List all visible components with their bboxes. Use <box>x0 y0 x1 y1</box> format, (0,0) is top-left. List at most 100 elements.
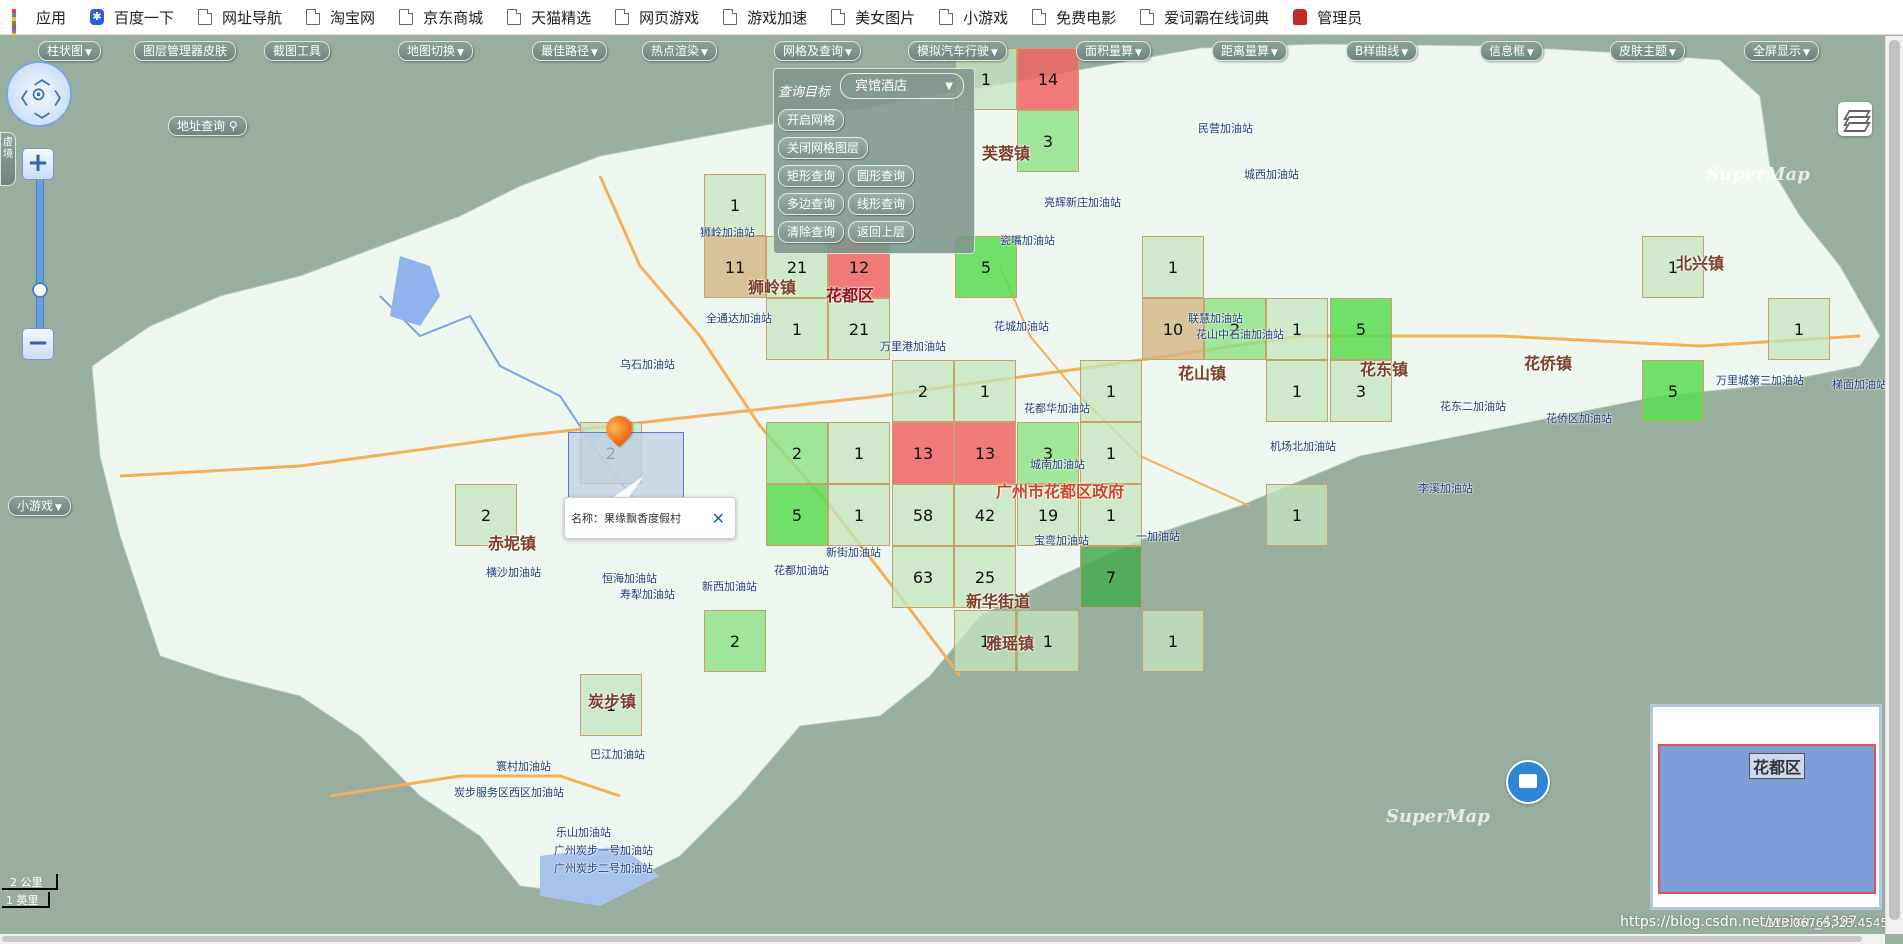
line-query-button[interactable]: 线形查询 <box>848 193 915 215</box>
layer-switcher-button[interactable] <box>1838 102 1872 136</box>
back-button[interactable]: 返回上层 <box>848 221 915 243</box>
bookmark-taobao[interactable]: 淘宝网 <box>294 0 387 34</box>
grid-cell[interactable]: 1 <box>1142 236 1204 298</box>
page-icon <box>507 9 522 25</box>
bookmark-baidu[interactable]: ✱ 百度一下 <box>78 0 186 34</box>
grid-cell[interactable]: 13 <box>892 422 954 484</box>
grid-cell[interactable]: 14 <box>1017 48 1079 110</box>
place-label: 雅瑶镇 <box>986 634 1035 653</box>
grid-cell[interactable]: 63 <box>892 546 954 608</box>
toolbar-skin-theme[interactable]: 皮肤主题 ▼ <box>1610 41 1685 61</box>
grid-cell[interactable]: 3 <box>1017 422 1079 484</box>
bookmark-admin[interactable]: 管理员 <box>1281 0 1374 34</box>
bookmark-nav[interactable]: 网址导航 <box>186 0 294 34</box>
open-grid-button[interactable]: 开启网格 <box>778 109 845 131</box>
toolbar-map-switch[interactable]: 地图切换 ▼ <box>398 41 473 61</box>
scrollbar-thumb[interactable] <box>2 936 1862 942</box>
bookmark-game-speed[interactable]: 游戏加速 <box>711 0 819 34</box>
grid-cell[interactable]: 58 <box>892 484 954 546</box>
close-grid-layer-button[interactable]: 关闭网格图层 <box>778 137 869 159</box>
overview-map[interactable]: 花都区 <box>1650 704 1882 910</box>
pan-down-icon[interactable]: ﹀ <box>34 107 50 131</box>
toolbar-info-box[interactable]: 信息框 ▼ <box>1480 41 1543 61</box>
circle-query-button[interactable]: 圆形查询 <box>848 165 915 187</box>
bookmark-jd[interactable]: 京东商城 <box>387 0 495 34</box>
supermap-logo: SuperMap <box>1706 164 1810 185</box>
poi-label: 广州炭步一号加油站 <box>554 844 653 857</box>
clear-query-button[interactable]: 清除查询 <box>778 221 845 243</box>
left-edge-tab[interactable]: 虚 境 <box>0 132 16 186</box>
scale-line <box>48 892 50 908</box>
grid-cell[interactable]: 1 <box>828 422 890 484</box>
horizontal-scrollbar[interactable] <box>0 934 1885 944</box>
toolbox-button[interactable] <box>1506 760 1550 804</box>
grid-cell[interactable]: 2 <box>892 360 954 422</box>
bookmark-apps[interactable]: 应用 <box>0 0 78 45</box>
chevron-down-icon: ▼ <box>1803 48 1810 58</box>
scrollbar-thumb[interactable] <box>1889 40 1900 920</box>
zoom-slider-handle[interactable] <box>32 282 48 298</box>
poi-label: 新街加油站 <box>826 546 881 559</box>
bookmark-minigames[interactable]: 小游戏 <box>927 0 1020 34</box>
grid-cell[interactable]: 1 <box>1080 422 1142 484</box>
pan-left-icon[interactable]: 〈 <box>12 85 28 109</box>
zoom-out-button[interactable]: − <box>22 328 54 360</box>
grid-cell[interactable]: 1 <box>1142 610 1204 672</box>
map-canvas[interactable]: 14 1 3 1 11 21 12 5 1 21 1 10 2 1 5 1 1 … <box>0 36 1885 934</box>
address-search-button[interactable]: 地址查询 ⚲ <box>168 116 247 136</box>
scale-bar: 2 公里 1 英里 <box>2 874 58 908</box>
bookmark-webgame[interactable]: 网页游戏 <box>603 0 711 34</box>
grid-cell[interactable]: 1 <box>1266 360 1328 422</box>
grid-cell[interactable]: 1 <box>1266 484 1328 546</box>
dropdown-arrow-icon: ▼ <box>945 81 953 92</box>
close-icon[interactable]: ✕ <box>712 498 725 540</box>
supermap-logo: SuperMap <box>1386 806 1490 827</box>
pan-right-icon[interactable]: 〉 <box>54 85 70 109</box>
toolbar-grid-query[interactable]: 网格及查询 ▼ <box>774 41 861 61</box>
poi-label: 花东二加油站 <box>1440 400 1506 413</box>
vertical-scrollbar[interactable] <box>1885 36 1903 934</box>
poi-label: 恒海加油站 <box>602 572 657 585</box>
grid-cell[interactable]: 1 <box>766 298 828 360</box>
grid-cell[interactable]: 7 <box>1080 546 1142 608</box>
toolbar-best-route[interactable]: 最佳路径 ▼ <box>532 41 607 61</box>
query-target-label: 查询目标 <box>778 85 831 100</box>
pan-center-icon[interactable]: ⊙ <box>31 84 46 105</box>
chevron-down-icon: ▼ <box>991 48 998 58</box>
rect-query-button[interactable]: 矩形查询 <box>778 165 845 187</box>
bookmark-dictionary[interactable]: 爱词霸在线词典 <box>1128 0 1281 34</box>
bookmark-movies[interactable]: 免费电影 <box>1020 0 1128 34</box>
poi-label: 一加油站 <box>1136 530 1180 543</box>
poi-label: 花都加油站 <box>774 564 829 577</box>
poi-label: 横沙加油站 <box>486 566 541 579</box>
chevron-down-icon: ▼ <box>85 48 92 58</box>
zoom-slider-track[interactable] <box>36 166 44 342</box>
toolbar-hotspot-render[interactable]: 热点渲染 ▼ <box>642 41 717 61</box>
mini-games-button[interactable]: 小游戏 ▼ <box>8 496 71 516</box>
zoom-in-button[interactable]: + <box>22 148 54 180</box>
grid-cell[interactable]: 13 <box>954 422 1016 484</box>
grid-cell[interactable]: 1 <box>954 360 1016 422</box>
toolbar-b-spline[interactable]: B样曲线 ▼ <box>1346 41 1418 61</box>
toolbar-layer-manager-skin[interactable]: 图层管理器皮肤 <box>134 41 237 61</box>
grid-cell[interactable]: 5 <box>1330 298 1392 360</box>
grid-cell[interactable]: 5 <box>766 484 828 546</box>
grid-cell[interactable]: 2 <box>766 422 828 484</box>
toolbar-distance-measure[interactable]: 距离量算 ▼ <box>1212 41 1287 61</box>
grid-cell[interactable]: 10 <box>1142 298 1204 360</box>
grid-cell[interactable]: 2 <box>704 610 766 672</box>
query-target-select[interactable]: 宾馆酒店 ▼ <box>840 73 964 99</box>
grid-cell[interactable]: 5 <box>1642 360 1704 422</box>
toolbar-area-measure[interactable]: 面积量算 ▼ <box>1076 41 1151 61</box>
grid-cell[interactable]: 1 <box>1768 298 1830 360</box>
toolbar-car-simulation[interactable]: 模拟汽车行驶 ▼ <box>908 41 1007 61</box>
toolbar-fullscreen[interactable]: 全屏显示 ▼ <box>1744 41 1819 61</box>
bookmark-pictures[interactable]: 美女图片 <box>819 0 927 34</box>
pan-control[interactable]: ︿ ﹀ 〈 〉 ⊙ <box>6 61 72 130</box>
toolbar-bar-chart[interactable]: 柱状图 ▼ <box>38 41 101 61</box>
grid-cell[interactable]: 1 <box>828 484 890 546</box>
toolbar-screenshot-tool[interactable]: 截图工具 <box>264 41 331 61</box>
chevron-down-icon: ▼ <box>1271 48 1278 58</box>
polygon-query-button[interactable]: 多边查询 <box>778 193 845 215</box>
bookmark-tmall[interactable]: 天猫精选 <box>495 0 603 34</box>
